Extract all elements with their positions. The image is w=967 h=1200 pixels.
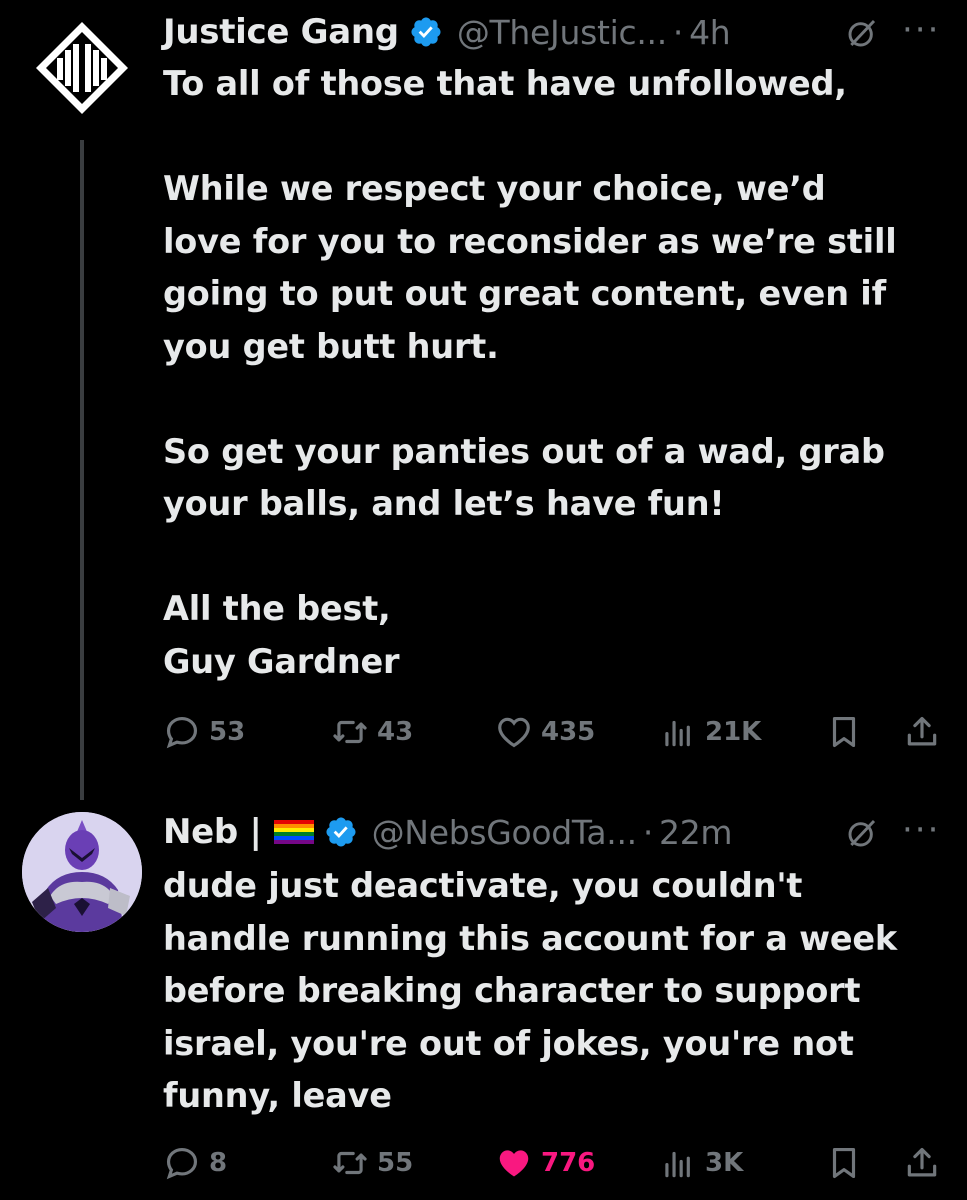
thread-line [80, 140, 84, 800]
repost-icon [333, 1151, 367, 1175]
tweet-2[interactable]: Neb | @NebsGoodTa... · 22m ··· dude just… [0, 790, 967, 1200]
views-count: 21K [705, 717, 762, 747]
like-count: 776 [541, 1148, 596, 1178]
handle[interactable]: @NebsGoodTa... [372, 813, 638, 852]
reply-count: 53 [209, 717, 246, 747]
grok-icon[interactable] [846, 817, 878, 849]
like-button[interactable]: 435 [495, 707, 595, 757]
more-options-icon[interactable]: ··· [902, 10, 940, 50]
tweet-header: Neb | @NebsGoodTa... · 22m [163, 802, 733, 862]
repost-icon [333, 720, 367, 744]
reply-button[interactable]: 8 [163, 1138, 227, 1188]
repost-button[interactable]: 55 [331, 1138, 413, 1188]
bookmark-button[interactable] [825, 1138, 863, 1188]
views-icon [665, 720, 690, 747]
tweet-actions: 8 55 776 3K [163, 1138, 953, 1188]
share-button[interactable] [903, 1138, 941, 1188]
bookmark-icon [832, 716, 856, 748]
views-button[interactable]: 3K [659, 1138, 743, 1188]
like-count: 435 [541, 717, 596, 747]
tweet-1[interactable]: Justice Gang @TheJustic... · 4h ··· To a… [0, 0, 967, 800]
timestamp[interactable]: 4h [689, 13, 731, 52]
tweet-text: To all of those that have unfollowed, Wh… [163, 64, 897, 681]
like-button[interactable]: 776 [495, 1138, 595, 1188]
views-button[interactable]: 21K [659, 707, 761, 757]
verified-badge-icon [411, 17, 441, 47]
bookmark-icon [832, 1147, 856, 1179]
justice-gang-avatar[interactable] [22, 8, 142, 128]
views-icon [665, 1151, 690, 1178]
share-icon [907, 1147, 937, 1177]
views-count: 3K [705, 1148, 744, 1178]
share-button[interactable] [903, 707, 941, 757]
separator-dot: · [672, 12, 684, 52]
display-name[interactable]: Neb | [163, 812, 262, 852]
repost-count: 55 [377, 1148, 414, 1178]
tweet-text: dude just deactivate, you couldn't handl… [163, 866, 897, 1115]
handle[interactable]: @TheJustic... [457, 13, 667, 52]
more-options-icon[interactable]: ··· [902, 810, 940, 850]
grok-icon[interactable] [846, 17, 878, 49]
repost-button[interactable]: 43 [331, 707, 413, 757]
repost-count: 43 [377, 717, 414, 747]
tweet-actions: 53 43 435 21K [163, 707, 953, 757]
neb-avatar[interactable] [22, 812, 142, 932]
verified-badge-icon [326, 817, 356, 847]
reply-count: 8 [209, 1148, 228, 1178]
reply-button[interactable]: 53 [163, 707, 245, 757]
tweet-header: Justice Gang @TheJustic... · 4h [163, 2, 731, 62]
heart-icon [498, 717, 530, 748]
ranger-figure-image [22, 812, 142, 932]
bookmark-button[interactable] [825, 707, 863, 757]
display-name[interactable]: Justice Gang [163, 12, 399, 52]
reply-icon [166, 716, 198, 749]
share-icon [907, 716, 937, 746]
separator-dot: · [642, 812, 654, 852]
reply-icon [166, 1147, 198, 1180]
rainbow-flag-icon [273, 820, 314, 844]
justice-gang-logo-icon [22, 8, 142, 128]
timestamp[interactable]: 22m [659, 813, 733, 852]
heart-filled-icon [499, 1150, 529, 1177]
